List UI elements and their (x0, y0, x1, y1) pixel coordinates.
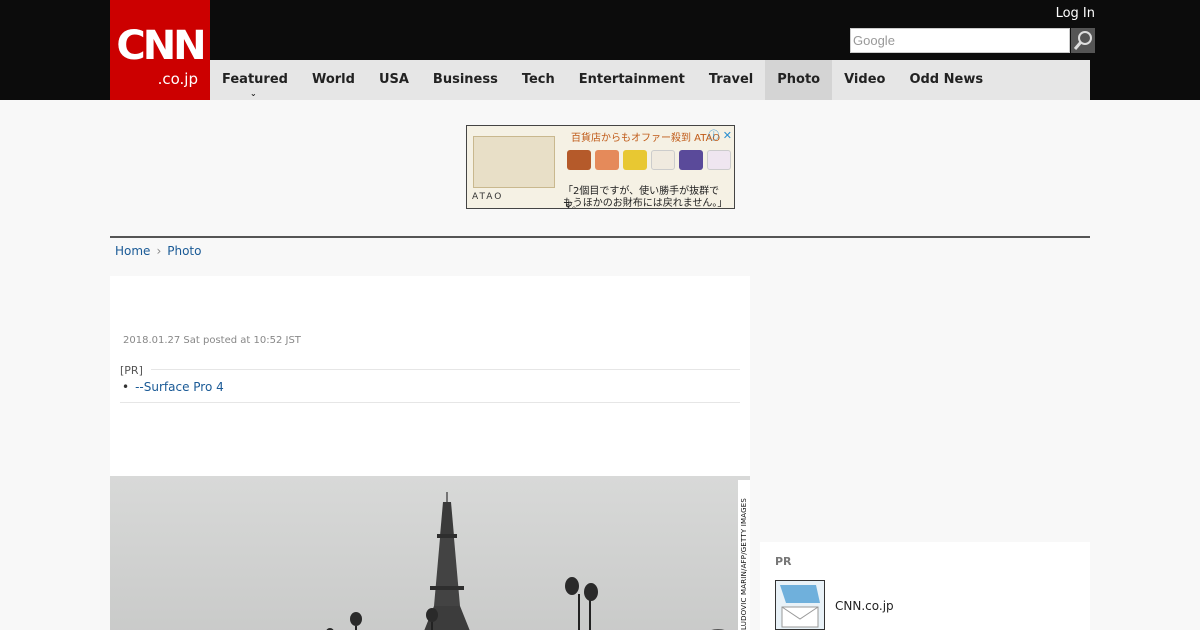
bullet-icon: • (122, 380, 130, 394)
search-button[interactable] (1071, 28, 1095, 53)
nav-item-entertainment[interactable]: Entertainment (567, 60, 697, 100)
divider (120, 369, 740, 370)
ad-banner[interactable]: 百貨店からもオファー殺到 ATAO 「2個目ですが、使い勝手が抜群です。 もうほ… (466, 125, 735, 209)
ad-product-image (623, 150, 647, 170)
ad-copy-line2: もうほかのお財布には戻れません。」 (563, 198, 728, 209)
sidebar-pr-box: PR CNN.co.jp (760, 542, 1090, 630)
nav-label: Video (844, 72, 886, 87)
pr-link-item[interactable]: • --Surface Pro 4 (122, 380, 224, 394)
ad-wallet-image (473, 136, 555, 188)
sidebar-pr-title: PR (775, 555, 792, 568)
eiffel-tower-scene (326, 492, 725, 630)
breadcrumb-home[interactable]: Home (115, 244, 150, 258)
nav-item-world[interactable]: World (300, 60, 367, 100)
sidebar-pr-thumbnail[interactable] (775, 580, 825, 630)
chevron-right-icon: › (156, 244, 162, 258)
breadcrumb: Home › Photo (115, 244, 201, 258)
ad-product-image (567, 150, 591, 170)
nav-item-travel[interactable]: Travel (697, 60, 765, 100)
nav-label: Travel (708, 72, 754, 87)
nav-label: Entertainment (578, 72, 685, 87)
nav-label: Tech (521, 72, 555, 87)
nav-item-video[interactable]: Video (832, 60, 897, 100)
info-icon[interactable]: ⓘ (708, 129, 719, 142)
nav-label: Odd News (909, 72, 984, 87)
main-nav: Featured ⌄ World USA Business Tech Enter… (210, 60, 1090, 100)
nav-label: USA (378, 72, 409, 87)
ad-header: 百貨店からもオファー殺到 ATAO (571, 133, 721, 144)
article-card: 2018.01.27 Sat posted at 10:52 JST [PR] … (110, 276, 750, 630)
divider (120, 402, 740, 403)
breadcrumb-photo[interactable]: Photo (167, 244, 201, 258)
ad-product-image (707, 150, 731, 170)
nav-label: Business (432, 72, 498, 87)
nav-item-tech[interactable]: Tech (510, 60, 567, 100)
pr-label: [PR] (120, 364, 151, 377)
ad-product-image (595, 150, 619, 170)
nav-label: Photo (777, 72, 821, 87)
logo-sub: .co.jp (157, 70, 198, 88)
nav-item-odd-news[interactable]: Odd News (897, 60, 995, 100)
ad-product-image (651, 150, 675, 170)
article-photo[interactable]: LUDOVIC MARIN/AFP/GETTY IMAGES (110, 476, 750, 630)
logo-main: CNN (116, 23, 206, 69)
ad-product-image (679, 150, 703, 170)
search-input[interactable]: Google (850, 28, 1070, 53)
ad-controls: ⓘ ✕ (708, 127, 732, 143)
sidebar-pr-name[interactable]: CNN.co.jp (835, 599, 894, 613)
photo-credit: LUDOVIC MARIN/AFP/GETTY IMAGES (738, 480, 750, 630)
nav-item-business[interactable]: Business (421, 60, 510, 100)
post-date: 2018.01.27 Sat posted at 10:52 JST (123, 335, 301, 346)
nav-item-featured[interactable]: Featured ⌄ (210, 60, 300, 100)
section-divider (110, 236, 1090, 238)
close-icon[interactable]: ✕ (723, 129, 732, 142)
photo-credit-text: LUDOVIC MARIN/AFP/GETTY IMAGES (740, 498, 748, 630)
ad-brand: ATAO (472, 192, 504, 202)
chevron-down-icon: ⌄ (249, 89, 257, 98)
pr-link-text[interactable]: --Surface Pro 4 (135, 380, 224, 394)
nav-label: Featured (222, 72, 288, 87)
nav-item-photo[interactable]: Photo (765, 60, 833, 100)
mail-icon (780, 585, 820, 628)
cnn-logo[interactable]: CNN .co.jp (110, 0, 210, 100)
login-link[interactable]: Log In (1056, 6, 1095, 21)
search-icon (1073, 31, 1092, 50)
nav-item-usa[interactable]: USA (367, 60, 421, 100)
nav-label: World (311, 72, 355, 87)
